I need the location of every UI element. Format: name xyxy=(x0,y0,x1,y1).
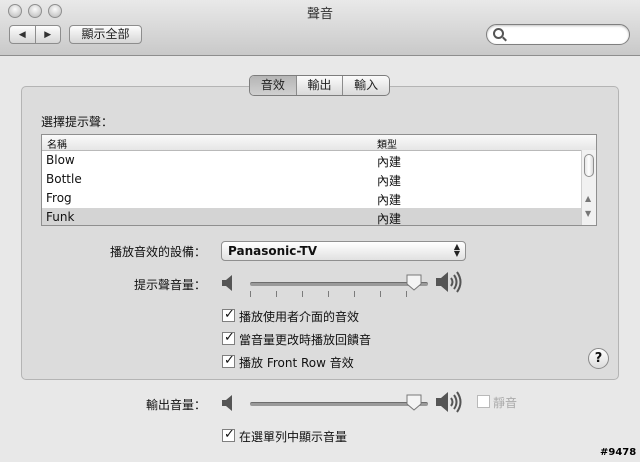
search-field[interactable] xyxy=(486,24,630,45)
list-item[interactable]: Frog 內建 xyxy=(42,189,596,208)
forward-arrow-icon[interactable]: ▶ xyxy=(34,26,61,43)
feedback-sound-label: 當音量更改時播放回饋音 xyxy=(239,333,372,347)
sound-type: 內建 xyxy=(377,174,402,188)
alert-volume-label: 提示聲音量： xyxy=(133,278,206,292)
list-scrollbar[interactable]: ▲ ▼ xyxy=(581,150,596,225)
output-volume-min-icon xyxy=(222,395,232,411)
list-item[interactable]: Bottle 內建 xyxy=(42,170,596,189)
front-row-sound-label: 播放 Front Row 音效 xyxy=(239,356,354,370)
device-value: Panasonic-TV xyxy=(228,244,318,258)
alert-volume-slider[interactable] xyxy=(250,282,428,286)
window-title: 聲音 xyxy=(306,7,333,22)
scroll-thumb[interactable] xyxy=(584,154,594,177)
back-arrow-icon[interactable]: ◀ xyxy=(10,26,35,43)
feedback-sound-checkbox[interactable] xyxy=(222,330,235,345)
ui-sound-label: 播放使用者介面的音效 xyxy=(239,310,360,324)
mute-label: 靜音 xyxy=(493,396,518,410)
choose-alert-label: 選擇提示聲： xyxy=(41,115,114,129)
ui-sound-checkbox[interactable] xyxy=(222,307,235,322)
show-all-button[interactable]: 顯示全部 xyxy=(69,25,142,44)
scroll-up-arrow-icon[interactable]: ▲ xyxy=(585,194,591,203)
output-volume-knob[interactable] xyxy=(406,394,422,411)
sound-name: Frog xyxy=(46,191,72,205)
scroll-down-arrow-icon[interactable]: ▼ xyxy=(585,209,591,218)
device-popup[interactable]: Panasonic-TV ▲ ▼ xyxy=(221,241,466,261)
device-label: 播放音效的設備： xyxy=(109,245,206,259)
sound-name: Bottle xyxy=(46,172,82,186)
alert-sound-list[interactable]: 名稱 類型 Blow 內建 Bottle 內建 Frog 內建 Funk 內建 … xyxy=(41,134,597,226)
watermark-stamp: #9478 xyxy=(600,447,637,458)
tab-sound-effects[interactable]: 音效 xyxy=(250,76,296,95)
sound-type: 內建 xyxy=(377,193,402,207)
column-type-header[interactable]: 類型 xyxy=(377,136,397,151)
search-icon xyxy=(493,28,504,39)
show-volume-menubar-checkbox[interactable] xyxy=(222,427,235,442)
output-volume-slider[interactable] xyxy=(250,402,428,406)
tab-output[interactable]: 輸出 xyxy=(295,76,343,95)
list-item[interactable]: Blow 內建 xyxy=(42,151,596,170)
help-button[interactable]: ? xyxy=(588,348,609,369)
output-volume-max-icon xyxy=(436,391,462,413)
mute-checkbox[interactable] xyxy=(477,395,490,408)
tab-bar: 音效 輸出 輸入 xyxy=(249,75,390,96)
alert-volume-ticks xyxy=(250,291,428,297)
volume-max-icon xyxy=(436,271,462,293)
output-volume-label: 輸出音量： xyxy=(145,398,206,412)
tab-input[interactable]: 輸入 xyxy=(342,76,389,95)
sound-type: 內建 xyxy=(377,212,402,226)
list-header: 名稱 類型 xyxy=(42,135,596,151)
window-titlebar: 聲音 ◀ ▶ 顯示全部 xyxy=(0,0,640,56)
volume-min-icon xyxy=(222,275,232,291)
sound-name: Blow xyxy=(46,153,75,167)
search-input[interactable] xyxy=(509,27,628,44)
sound-type: 內建 xyxy=(377,155,402,169)
sound-name: Funk xyxy=(46,210,75,224)
back-forward-control: ◀ ▶ xyxy=(9,25,61,44)
list-item-selected[interactable]: Funk 內建 xyxy=(42,208,596,226)
column-name-header[interactable]: 名稱 xyxy=(47,136,67,151)
front-row-sound-checkbox[interactable] xyxy=(222,353,235,368)
show-volume-menubar-label: 在選單列中顯示音量 xyxy=(239,430,348,444)
alert-volume-knob[interactable] xyxy=(406,274,422,291)
popup-arrows-icon: ▲ ▼ xyxy=(453,242,460,258)
